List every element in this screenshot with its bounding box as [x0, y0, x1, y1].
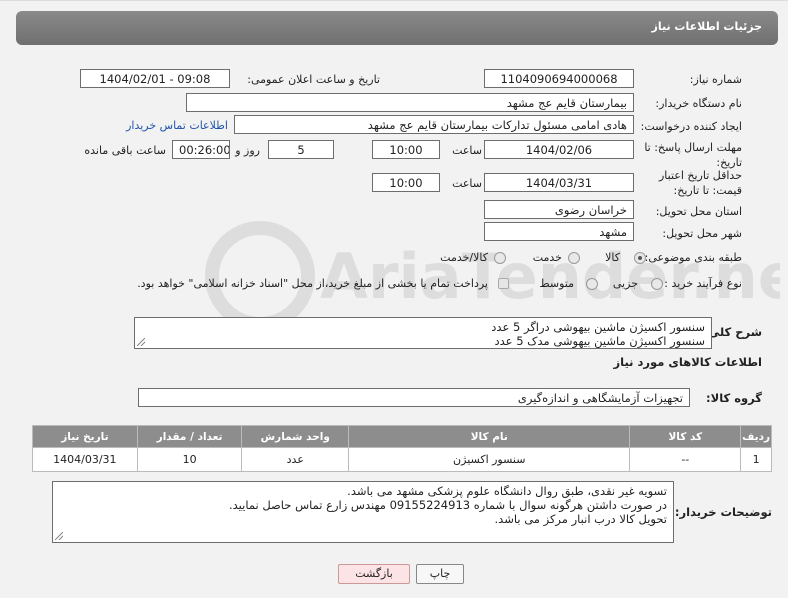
- requester-label: ایجاد کننده درخواست:: [640, 120, 742, 133]
- category-radio-service[interactable]: [568, 252, 580, 264]
- category-label: طبقه بندی موضوعی:: [644, 251, 742, 264]
- goods-group-field[interactable]: تجهیزات آزمایشگاهی و اندازه‌گیری: [138, 388, 690, 407]
- deadline-date-field[interactable]: 1404/02/06: [484, 140, 634, 159]
- province-field[interactable]: خراسان رضوی: [484, 200, 634, 219]
- need-number-field[interactable]: 1104090694000068: [484, 69, 634, 88]
- requester-field[interactable]: هادی امامی مسئول تدارکات بیمارستان قایم …: [234, 115, 634, 134]
- city-field[interactable]: مشهد: [484, 222, 634, 241]
- price-validity-time-field[interactable]: 10:00: [372, 173, 440, 192]
- buyer-notes-line-1: تسویه غیر نقدی، طبق روال دانشگاه علوم پز…: [347, 484, 667, 498]
- purchase-type-label: نوع فرآیند خرید :: [664, 277, 742, 290]
- buyer-notes-line-3: تحویل کالا درب انبار مرکز می باشد.: [494, 512, 667, 526]
- category-radio-goods-service[interactable]: [494, 252, 506, 264]
- cell-unit: عدد: [241, 447, 350, 472]
- col-name: نام کالا: [348, 425, 631, 448]
- buyer-org-label: نام دستگاه خریدار:: [655, 97, 742, 110]
- price-validity-label: حداقل تاریخ اعتبار قیمت: تا تاریخ:: [658, 169, 742, 197]
- treasury-payment-checkbox[interactable]: [498, 278, 509, 289]
- back-button[interactable]: بازگشت: [338, 564, 410, 584]
- cell-code: --: [629, 447, 742, 472]
- table-row[interactable]: 1 -- سنسور اکسیژن عدد 10 1404/03/31: [32, 447, 772, 472]
- category-option-service: خدمت: [532, 251, 562, 264]
- col-unit: واحد شمارش: [241, 425, 350, 448]
- summary-textarea[interactable]: سنسور اکسیژن ماشین بیهوشی دراگر 5 عدد سن…: [134, 317, 712, 349]
- purchase-option-minor: جزیی: [612, 277, 638, 290]
- treasury-payment-note: پرداخت تمام یا بخشی از مبلغ خرید،از محل …: [137, 277, 488, 290]
- price-validity-time-label: ساعت: [452, 177, 482, 190]
- print-button[interactable]: چاپ: [416, 564, 464, 584]
- days-label: روز و: [235, 144, 260, 157]
- col-row: ردیف: [740, 425, 772, 448]
- cell-date: 1404/03/31: [32, 447, 138, 472]
- cell-name: سنسور اکسیژن: [348, 447, 631, 472]
- category-radio-goods[interactable]: [634, 252, 646, 264]
- buyer-notes-label: توضیحات خریدار:: [674, 505, 772, 519]
- col-code: کد کالا: [629, 425, 742, 448]
- goods-table-header: ردیف کد کالا نام کالا واحد شمارش تعداد /…: [32, 425, 772, 448]
- deadline-label: مهلت ارسال پاسخ: تا تاریخ:: [644, 141, 742, 169]
- province-label: استان محل تحویل:: [655, 205, 742, 218]
- announce-label: تاریخ و ساعت اعلان عمومی:: [247, 73, 380, 86]
- category-option-goods-service: کالا/خدمت: [440, 251, 488, 264]
- col-qty: تعداد / مقدار: [136, 425, 243, 448]
- goods-info-title: اطلاعات کالاهای مورد نیاز: [613, 355, 762, 369]
- need-number-label: شماره نیاز:: [689, 73, 742, 86]
- buyer-notes-line-2: در صورت داشتن هرگونه سوال با شماره 09155…: [228, 498, 667, 512]
- buyer-org-field[interactable]: بیمارستان قایم عج مشهد: [186, 93, 634, 112]
- remaining-label: ساعت باقی مانده: [84, 144, 166, 157]
- page-title: جزئیات اطلاعات نیاز: [651, 20, 763, 33]
- price-validity-date-field[interactable]: 1404/03/31: [484, 173, 634, 192]
- col-date: تاریخ نیاز: [32, 425, 138, 448]
- page-frame: جزئیات اطلاعات نیاز AriaTender.neT شماره…: [0, 0, 788, 598]
- header-bar: جزئیات اطلاعات نیاز: [16, 11, 778, 45]
- remaining-time-field[interactable]: 00:26:00: [172, 140, 230, 159]
- purchase-radio-medium[interactable]: [586, 278, 598, 290]
- announce-datetime-field[interactable]: 1404/02/01 - 09:08: [80, 69, 230, 88]
- summary-line-2: سنسور اکسیژن ماشین بیهوشی مدک 5 عدد: [494, 334, 706, 348]
- city-label: شهر محل تحویل:: [662, 227, 742, 240]
- goods-group-label: گروه کالا:: [706, 391, 762, 405]
- days-field[interactable]: 5: [268, 140, 334, 159]
- deadline-time-field[interactable]: 10:00: [372, 140, 440, 159]
- purchase-option-medium: متوسط: [539, 277, 574, 290]
- resize-handle-icon[interactable]: [55, 532, 63, 540]
- buyer-notes-textarea[interactable]: تسویه غیر نقدی، طبق روال دانشگاه علوم پز…: [52, 481, 674, 543]
- deadline-time-label: ساعت: [452, 144, 482, 157]
- goods-table: ردیف کد کالا نام کالا واحد شمارش تعداد /…: [32, 425, 772, 472]
- resize-handle-icon[interactable]: [137, 338, 145, 346]
- category-option-goods: کالا: [605, 251, 620, 264]
- summary-line-1: سنسور اکسیژن ماشین بیهوشی دراگر 5 عدد: [491, 320, 705, 334]
- purchase-radio-minor[interactable]: [651, 278, 663, 290]
- cell-qty: 10: [136, 447, 243, 472]
- cell-row: 1: [740, 447, 772, 472]
- buyer-contact-link[interactable]: اطلاعات تماس خریدار: [126, 119, 228, 132]
